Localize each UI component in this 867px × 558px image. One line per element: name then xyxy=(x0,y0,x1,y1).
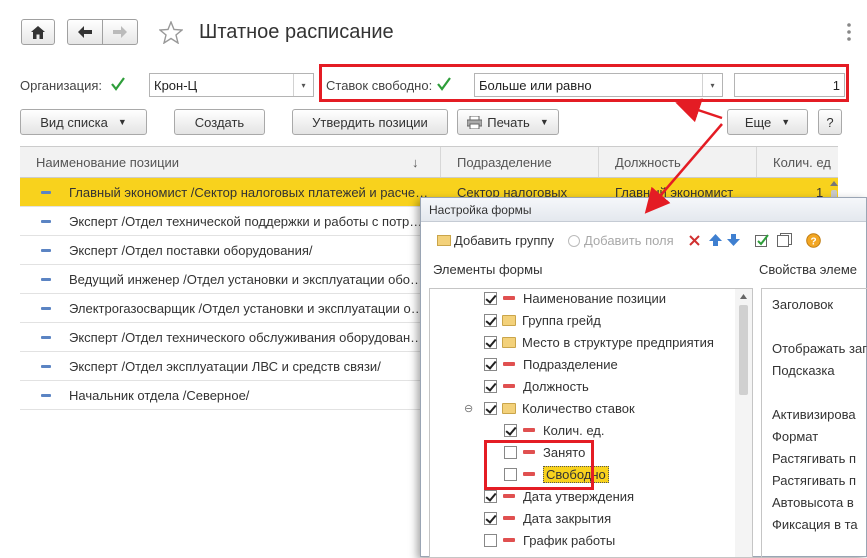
annotation-arrows xyxy=(644,98,723,214)
